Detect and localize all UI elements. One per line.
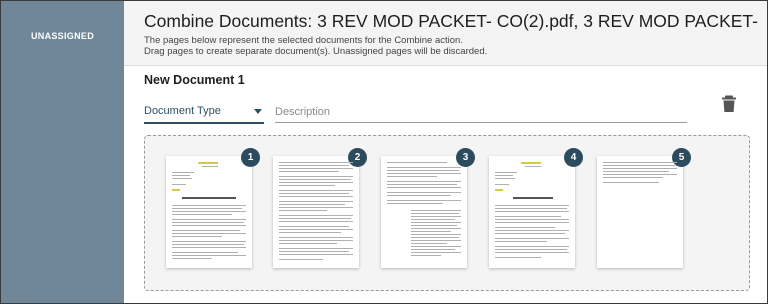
- page-dropzone[interactable]: 1 2 3 4 5: [144, 135, 750, 291]
- page-number-badge: 4: [564, 148, 583, 167]
- document-type-label: Document Type: [144, 105, 221, 117]
- chevron-down-icon: [254, 109, 262, 114]
- page-thumbnail[interactable]: 5: [597, 148, 691, 268]
- instructions-line-1: The pages below represent the selected d…: [144, 35, 463, 46]
- page-number-badge: 1: [241, 148, 260, 167]
- page-title: Combine Documents: 3 REV MOD PACKET- CO(…: [144, 11, 764, 31]
- page-thumbnail[interactable]: 3: [381, 148, 475, 268]
- page-number-badge: 2: [348, 148, 367, 167]
- combine-documents-dialog: UNASSIGNED Combine Documents: 3 REV MOD …: [0, 0, 768, 304]
- page-thumbnail[interactable]: 1: [166, 148, 260, 268]
- page-thumbnail[interactable]: 2: [273, 148, 367, 268]
- document-title: New Document 1: [144, 73, 245, 87]
- trash-icon[interactable]: [721, 95, 737, 113]
- page-number-badge: 3: [456, 148, 475, 167]
- page-thumbnail[interactable]: 4: [489, 148, 583, 268]
- instructions-line-2: Drag pages to create separate document(s…: [144, 46, 488, 57]
- instructions: The pages below represent the selected d…: [144, 35, 487, 57]
- description-input[interactable]: [275, 102, 687, 123]
- header: Combine Documents: 3 REV MOD PACKET- CO(…: [124, 1, 767, 66]
- unassigned-sidebar[interactable]: UNASSIGNED: [1, 1, 124, 303]
- document-type-select[interactable]: Document Type: [144, 102, 264, 124]
- sidebar-label: UNASSIGNED: [30, 31, 94, 41]
